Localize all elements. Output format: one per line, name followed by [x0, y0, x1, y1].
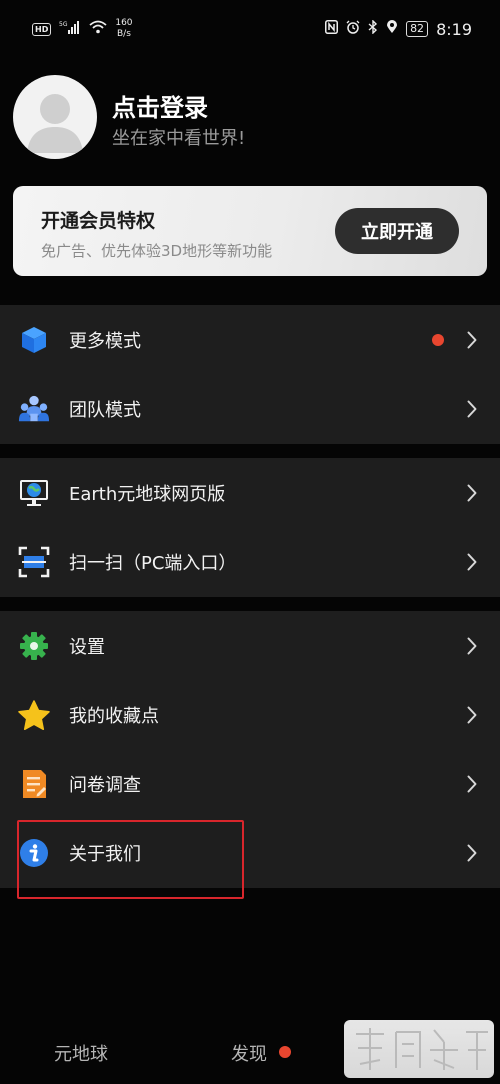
menu-item-web-version[interactable]: Earth元地球网页版 [0, 458, 500, 527]
clock: 8:19 [436, 19, 472, 39]
menu-group-modes: 更多模式 团队模式 [0, 305, 500, 444]
login-prompt[interactable]: 点击登录 [112, 88, 208, 123]
survey-icon [18, 768, 50, 800]
star-icon [18, 699, 50, 731]
chevron-right-icon [464, 704, 480, 726]
menu-item-favorites[interactable]: 我的收藏点 [0, 680, 500, 749]
chevron-right-icon [464, 398, 480, 420]
menu-item-more-modes[interactable]: 更多模式 [0, 305, 500, 374]
network-speed: 160 B/s [115, 18, 132, 40]
team-icon [18, 393, 50, 425]
avatar[interactable] [13, 75, 97, 159]
hd-badge: HD [32, 22, 52, 36]
status-bar: HD 5G 160 B/s 82 8:19 [0, 0, 500, 58]
menu-item-team-mode[interactable]: 团队模式 [0, 374, 500, 443]
cube-icon [18, 324, 50, 356]
tab-discover[interactable]: 发现 [231, 1040, 267, 1066]
discover-badge-dot [279, 1046, 291, 1058]
signal-icon: 5G [59, 20, 81, 38]
location-icon [386, 20, 398, 38]
speed-unit: B/s [116, 29, 131, 39]
battery-level: 82 [406, 21, 429, 37]
gear-icon [18, 630, 50, 662]
watermark [344, 1020, 494, 1078]
wifi-icon [89, 20, 107, 38]
chevron-right-icon [464, 482, 480, 504]
menu-item-label: 设置 [69, 636, 105, 658]
highlight-annotation-box [17, 820, 244, 899]
menu-group-web: Earth元地球网页版 扫一扫（PC端入口） [0, 458, 500, 597]
menu-item-label: 团队模式 [69, 399, 141, 421]
menu-item-label: 扫一扫（PC端入口） [69, 552, 237, 574]
bottom-tab-bar: 元地球 发现 [0, 1010, 500, 1084]
watermark-glyph-icon [356, 1028, 488, 1070]
bluetooth-icon [368, 19, 378, 38]
chevron-right-icon [464, 773, 480, 795]
alarm-icon [346, 20, 360, 38]
svg-text:5G: 5G [59, 21, 68, 28]
profile-slogan: 坐在家中看世界! [112, 128, 246, 149]
chevron-right-icon [464, 551, 480, 573]
vip-title: 开通会员特权 [41, 210, 156, 232]
menu-item-settings[interactable]: 设置 [0, 611, 500, 680]
monitor-globe-icon [18, 477, 50, 509]
chevron-right-icon [464, 842, 480, 864]
speed-value: 160 [115, 18, 133, 28]
tab-earth[interactable]: 元地球 [54, 1040, 108, 1066]
status-bar-left: HD 5G 160 B/s [32, 18, 133, 40]
chevron-right-icon [464, 329, 480, 351]
menu-item-scan[interactable]: 扫一扫（PC端入口） [0, 527, 500, 596]
menu-item-survey[interactable]: 问卷调查 [0, 749, 500, 818]
scan-icon [18, 546, 50, 578]
menu-item-label: 更多模式 [69, 330, 141, 352]
new-badge-dot [432, 333, 444, 346]
default-avatar-icon [27, 94, 83, 153]
chevron-right-icon [464, 635, 480, 657]
menu-item-label: 我的收藏点 [69, 705, 159, 727]
nfc-icon [325, 20, 339, 38]
status-bar-right: 82 8:19 [325, 19, 472, 39]
activate-vip-button[interactable]: 立即开通 [335, 208, 459, 254]
menu-item-label: Earth元地球网页版 [69, 483, 226, 505]
vip-card[interactable]: 开通会员特权 免广告、优先体验3D地形等新功能 立即开通 [13, 186, 487, 276]
profile-header[interactable]: 点击登录 坐在家中看世界! [0, 70, 500, 170]
vip-description: 免广告、优先体验3D地形等新功能 [41, 242, 273, 260]
menu-item-label: 问卷调查 [69, 774, 141, 796]
